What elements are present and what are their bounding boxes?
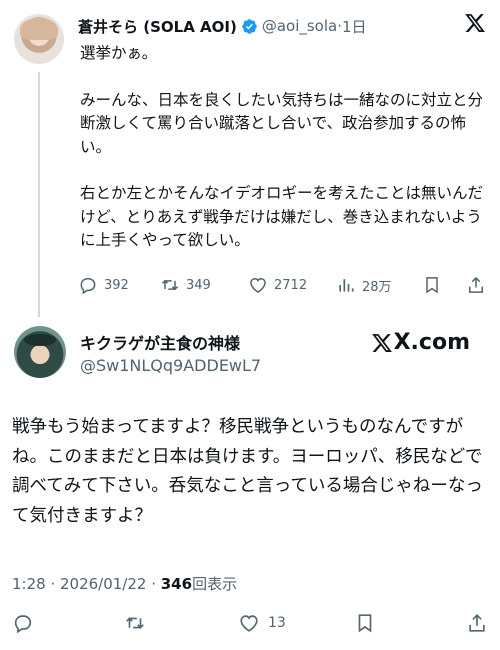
- views-count: 28万: [362, 279, 392, 295]
- share-button[interactable]: [466, 612, 496, 634]
- like-count: 2712: [274, 277, 308, 293]
- reply-icon: [80, 278, 96, 295]
- x-logo-icon: [371, 333, 392, 352]
- like-icon: [250, 277, 266, 293]
- tweet-text: 選挙かぁ。 みーんな、日本を良くしたい気持ちは一緒なのに対立と分断激しくて罵り合…: [80, 42, 490, 253]
- reply-views-count: 346: [160, 575, 193, 593]
- author-handle[interactable]: @aoi_sola: [262, 17, 337, 35]
- retweet-button[interactable]: 349: [160, 275, 211, 295]
- reply-views-label: 回表示: [192, 575, 238, 593]
- reply-count: 392: [104, 277, 129, 293]
- bookmark-button[interactable]: [422, 275, 448, 295]
- verified-badge-icon: [242, 18, 257, 34]
- tweet-time[interactable]: 1日: [342, 16, 367, 37]
- like-count: 13: [268, 615, 286, 631]
- reply-text: 戦争もう始まってますよ？移民戦争というものなんですがね。このままだと日本は負けま…: [12, 417, 483, 526]
- like-icon: [240, 615, 258, 632]
- retweet-icon: [161, 279, 179, 291]
- tweet-action-bar: 392 349 2712 28万: [78, 274, 488, 296]
- tweet-paragraph: みーんな、日本を良くしたい気持ちは一緒なのに対立と分断激しくて罵り合い蹴落とし合…: [80, 90, 484, 156]
- tweet-paragraph: 選挙かぁ。: [80, 44, 158, 62]
- share-button[interactable]: [466, 275, 492, 295]
- tweet-paragraph: 右とか左とかそんなイデオロギーを考えたことは無いんだけど、とりあえず戦争だけは嫌…: [80, 184, 484, 249]
- original-tweet: 蒼井そら (SOLA AOI) @aoi_sola · 1日 選挙かぁ。 みーん…: [0, 0, 500, 317]
- thread-connector-line: [38, 72, 40, 317]
- bookmark-icon: [358, 614, 372, 633]
- tweet-header: 蒼井そら (SOLA AOI) @aoi_sola · 1日: [78, 14, 367, 38]
- reply-author-avatar[interactable]: [14, 326, 66, 378]
- reply-timestamp[interactable]: 1:28 · 2026/01/22 ·: [12, 575, 161, 593]
- x-logo-icon[interactable]: [464, 12, 486, 34]
- reply-button[interactable]: 392: [78, 275, 129, 295]
- x-com-brand: X.com: [371, 330, 470, 355]
- author-avatar[interactable]: [14, 14, 64, 64]
- views-button[interactable]: 28万: [336, 275, 392, 295]
- reply-author-handle[interactable]: @Sw1NLQq9ADDEwL7: [80, 356, 261, 375]
- reply-author-display-name[interactable]: キクラゲが主食の神様: [80, 330, 240, 354]
- like-button[interactable]: 2712: [248, 275, 307, 295]
- views-icon: [339, 279, 354, 292]
- reply-icon: [14, 615, 32, 634]
- reply-button[interactable]: [12, 612, 42, 634]
- bookmark-icon: [426, 277, 438, 294]
- retweet-count: 349: [186, 277, 211, 293]
- bookmark-button[interactable]: [354, 612, 384, 634]
- author-display-name[interactable]: 蒼井そら (SOLA AOI): [78, 16, 237, 37]
- reply-action-bar: 13: [0, 612, 500, 638]
- share-icon: [469, 276, 483, 293]
- brand-text: X.com: [393, 330, 470, 355]
- retweet-icon: [126, 617, 144, 629]
- share-icon: [469, 614, 485, 632]
- retweet-button[interactable]: [124, 612, 154, 634]
- reply-meta: 1:28 · 2026/01/22 · 346回表示: [12, 573, 237, 594]
- like-button[interactable]: 13: [238, 612, 286, 634]
